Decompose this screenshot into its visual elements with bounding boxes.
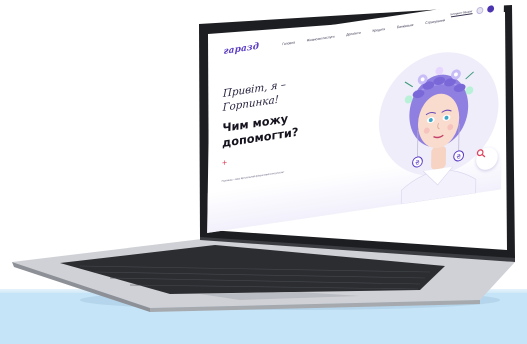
search-icon	[476, 149, 486, 158]
assistant-avatar-illustration: ₴ ₴	[400, 66, 477, 205]
internet-banking-link[interactable]: Інтернет-банкінг	[450, 9, 473, 18]
nav-item-loans[interactable]: Кредити	[372, 27, 385, 33]
nav-item-financial-services[interactable]: Фінансові послуги	[307, 35, 335, 43]
hero-illustration: ₴ ₴	[362, 26, 502, 210]
site-logo[interactable]: гаразд	[223, 42, 259, 57]
nav-item-home[interactable]: Головна	[282, 40, 295, 46]
nav-item-deposits[interactable]: Депозити	[346, 31, 361, 37]
laptop: гаразд Головна Фінансові послуги Депозит…	[0, 0, 527, 344]
accessibility-icon[interactable]	[487, 4, 495, 13]
language-toggle-icon[interactable]	[476, 6, 484, 15]
nav-item-banking[interactable]: Банківське	[397, 23, 414, 29]
svg-text:₴: ₴	[456, 153, 461, 161]
svg-text:₴: ₴	[415, 159, 420, 167]
nav-item-insurance[interactable]: Страхування	[425, 18, 445, 25]
hero-text: Привіт, я – Горпинка! Чим можу допомогти…	[222, 67, 361, 183]
header-actions: Інтернет-банкінг	[450, 4, 495, 18]
